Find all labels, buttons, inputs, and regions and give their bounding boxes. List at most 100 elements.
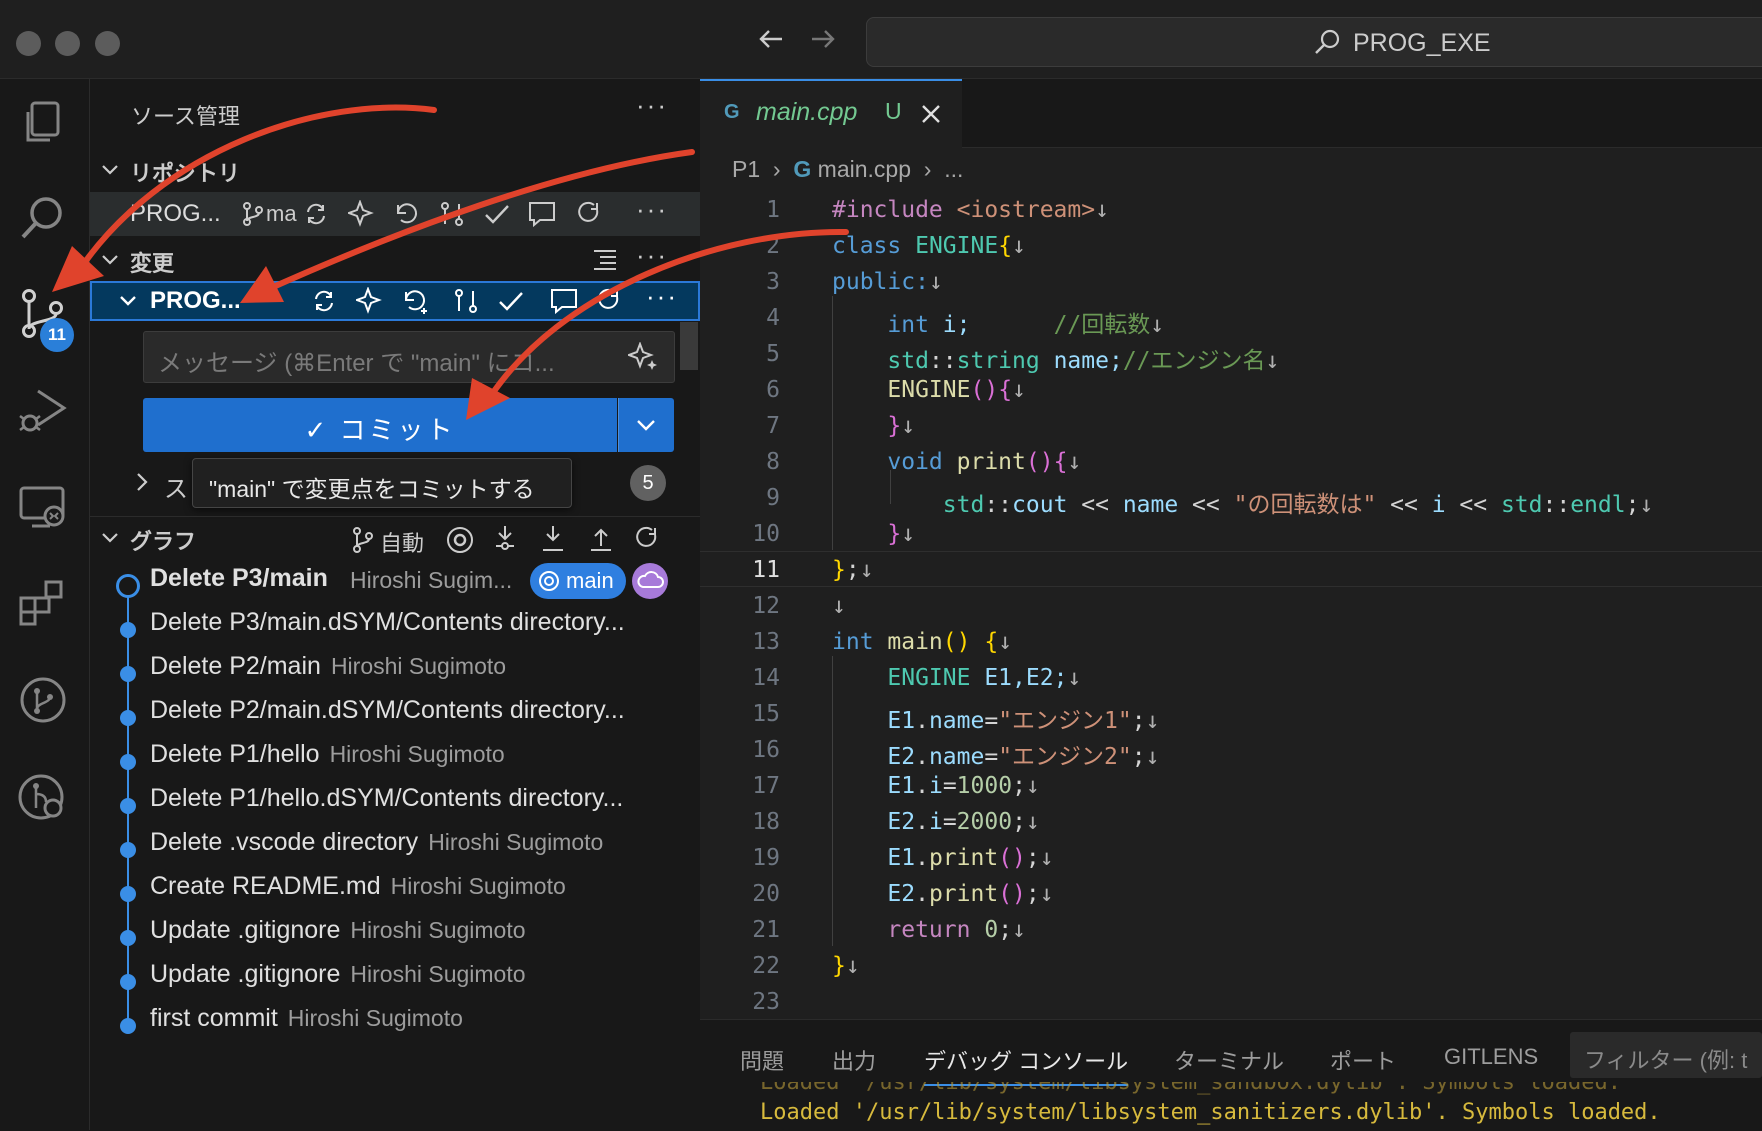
graph-row[interactable]: Delete P2/main Hiroshi Sugimoto xyxy=(150,652,506,681)
changes-repository-more-actions[interactable]: ··· xyxy=(646,281,678,312)
cpp-file-icon: G xyxy=(724,101,740,123)
branch-icon xyxy=(242,202,264,226)
commit-author: Hiroshi Sugimoto xyxy=(350,917,526,943)
comment-icon[interactable] xyxy=(550,288,578,314)
gitlens-icon[interactable] xyxy=(18,772,68,822)
commit-author: Hiroshi Sugimoto xyxy=(330,653,507,679)
panel-tab-problems[interactable]: 問題 xyxy=(740,1044,784,1076)
command-center-search[interactable]: PROG_EXE xyxy=(866,17,1762,67)
sparkle-icon[interactable] xyxy=(628,342,658,372)
list-tree-icon[interactable] xyxy=(592,248,618,272)
sidebar-scrollbar[interactable] xyxy=(680,322,698,370)
repository-row[interactable]: PROG... ma ··· xyxy=(90,192,700,236)
extensions-icon[interactable] xyxy=(18,578,68,628)
commit-button-label: ✓ コミット xyxy=(304,415,456,445)
comment-icon[interactable] xyxy=(528,201,556,227)
line-number: 10 xyxy=(752,521,780,547)
changes-more-actions[interactable]: ··· xyxy=(636,240,668,271)
undo-commit-icon[interactable] xyxy=(394,201,420,227)
source-control-badge: 11 xyxy=(40,318,74,352)
graph-section-title: グラフ xyxy=(130,529,197,554)
chevron-down-icon xyxy=(100,160,120,180)
panel-tab-terminal[interactable]: ターミナル xyxy=(1174,1044,1284,1076)
breadcrumb-file[interactable]: main.cpp xyxy=(818,156,911,182)
refresh-icon[interactable] xyxy=(634,526,660,552)
zoom-window-button[interactable] xyxy=(95,31,120,56)
graph-node xyxy=(120,666,136,682)
line-number: 15 xyxy=(752,701,780,727)
graph-section-header[interactable]: グラフ 自動 xyxy=(90,520,700,556)
search-icon[interactable] xyxy=(18,193,68,243)
graph-row[interactable]: Update .gitignore Hiroshi Sugimoto xyxy=(150,960,526,989)
editor-tab-main-cpp[interactable]: G main.cpp U xyxy=(700,79,962,150)
refresh-icon[interactable] xyxy=(596,288,622,314)
branch-pill[interactable]: main xyxy=(530,563,626,599)
changes-repository-row[interactable]: PROG... ··· xyxy=(90,281,700,321)
push-icon[interactable] xyxy=(588,524,614,554)
graph-row[interactable]: Update .gitignore Hiroshi Sugimoto xyxy=(150,916,526,945)
chevron-right-icon: › xyxy=(766,156,787,182)
back-arrow-icon[interactable] xyxy=(756,24,786,54)
code-line: #include <iostream>↓ xyxy=(832,197,1109,223)
close-icon[interactable] xyxy=(920,103,942,125)
changes-section-header[interactable]: 変更 ··· xyxy=(90,240,700,278)
panel-filter-input[interactable]: フィルター (例: t xyxy=(1570,1032,1762,1078)
repository-more-actions[interactable]: ··· xyxy=(636,194,668,225)
title-bar: PROG_EXE xyxy=(0,0,1762,79)
close-window-button[interactable] xyxy=(16,31,41,56)
sync-icon[interactable] xyxy=(304,202,328,226)
breadcrumb-folder[interactable]: P1 xyxy=(732,156,760,182)
run-debug-icon[interactable] xyxy=(18,385,68,435)
repositories-section-header[interactable]: リポジトリ xyxy=(90,152,700,188)
commit-title[interactable]: Delete P3/main.dSYM/Contents directory..… xyxy=(150,608,625,637)
panel-tab-output[interactable]: 出力 xyxy=(832,1044,876,1076)
commit-title[interactable]: Delete P2/main.dSYM/Contents directory..… xyxy=(150,696,625,725)
undo-commit-icon[interactable] xyxy=(402,288,430,316)
graph-auto-label[interactable]: 自動 xyxy=(380,526,424,558)
target-icon[interactable] xyxy=(446,526,474,554)
graph-row[interactable]: first commit Hiroshi Sugimoto xyxy=(150,1004,463,1033)
commit-dropdown-button[interactable] xyxy=(618,398,674,452)
sync-icon[interactable] xyxy=(312,289,336,313)
minimize-window-button[interactable] xyxy=(55,31,80,56)
panel-tab-ports[interactable]: ポート xyxy=(1330,1044,1396,1076)
line-number: 7 xyxy=(766,413,780,439)
commit-message-input[interactable]: メッセージ (⌘Enter で "main" にコ... xyxy=(143,331,675,383)
branch-compare-icon[interactable] xyxy=(440,201,464,227)
branch-pill-label: main xyxy=(566,568,614,593)
panel-tab-debug-console[interactable]: デバッグ コンソール xyxy=(924,1044,1129,1086)
forward-arrow-icon[interactable] xyxy=(808,24,838,54)
fetch-icon[interactable] xyxy=(492,524,518,554)
checkmark-icon[interactable] xyxy=(484,202,510,226)
graph-node xyxy=(120,930,136,946)
code-line: ↓ xyxy=(832,593,846,619)
remote-explorer-icon[interactable] xyxy=(18,482,68,532)
code-line: E2.i=2000;↓ xyxy=(832,809,1040,835)
graph-head-node xyxy=(116,574,140,598)
breadcrumb: P1 › G main.cpp › ... xyxy=(732,156,963,183)
checkmark-icon[interactable] xyxy=(498,289,524,313)
branch-compare-icon[interactable] xyxy=(454,288,478,314)
graph-node xyxy=(120,710,136,726)
refresh-icon[interactable] xyxy=(576,201,602,227)
graph-row[interactable]: Create README.md Hiroshi Sugimoto xyxy=(150,872,566,901)
sidebar-title: ソース管理 xyxy=(131,104,240,129)
panel-tab-gitlens[interactable]: GITLENS xyxy=(1444,1044,1538,1070)
graph-row[interactable]: Delete P1/hello Hiroshi Sugimoto xyxy=(150,740,505,769)
sparkle-icon[interactable] xyxy=(356,287,384,315)
commit-title[interactable]: Delete P1/hello.dSYM/Contents directory.… xyxy=(150,784,623,813)
sidebar-more-actions[interactable]: ··· xyxy=(636,90,668,121)
commit-title: Delete P2/main xyxy=(150,652,321,680)
breadcrumb-symbol[interactable]: ... xyxy=(944,156,963,182)
line-number: 16 xyxy=(752,737,780,763)
commit-button[interactable]: ✓ コミット xyxy=(143,398,617,452)
sparkle-icon[interactable] xyxy=(348,200,376,228)
git-graph-icon[interactable] xyxy=(18,675,68,725)
console-line: Loaded '/usr/lib/system/libsystem_sandbo… xyxy=(760,1082,1621,1095)
graph-row[interactable]: Delete .vscode directory Hiroshi Sugimoto xyxy=(150,828,603,857)
line-number: 14 xyxy=(752,665,780,691)
tab-status-untracked: U xyxy=(885,98,902,124)
explorer-icon[interactable] xyxy=(18,98,68,148)
pull-icon[interactable] xyxy=(540,524,566,554)
code-line: E2.print();↓ xyxy=(832,881,1054,907)
